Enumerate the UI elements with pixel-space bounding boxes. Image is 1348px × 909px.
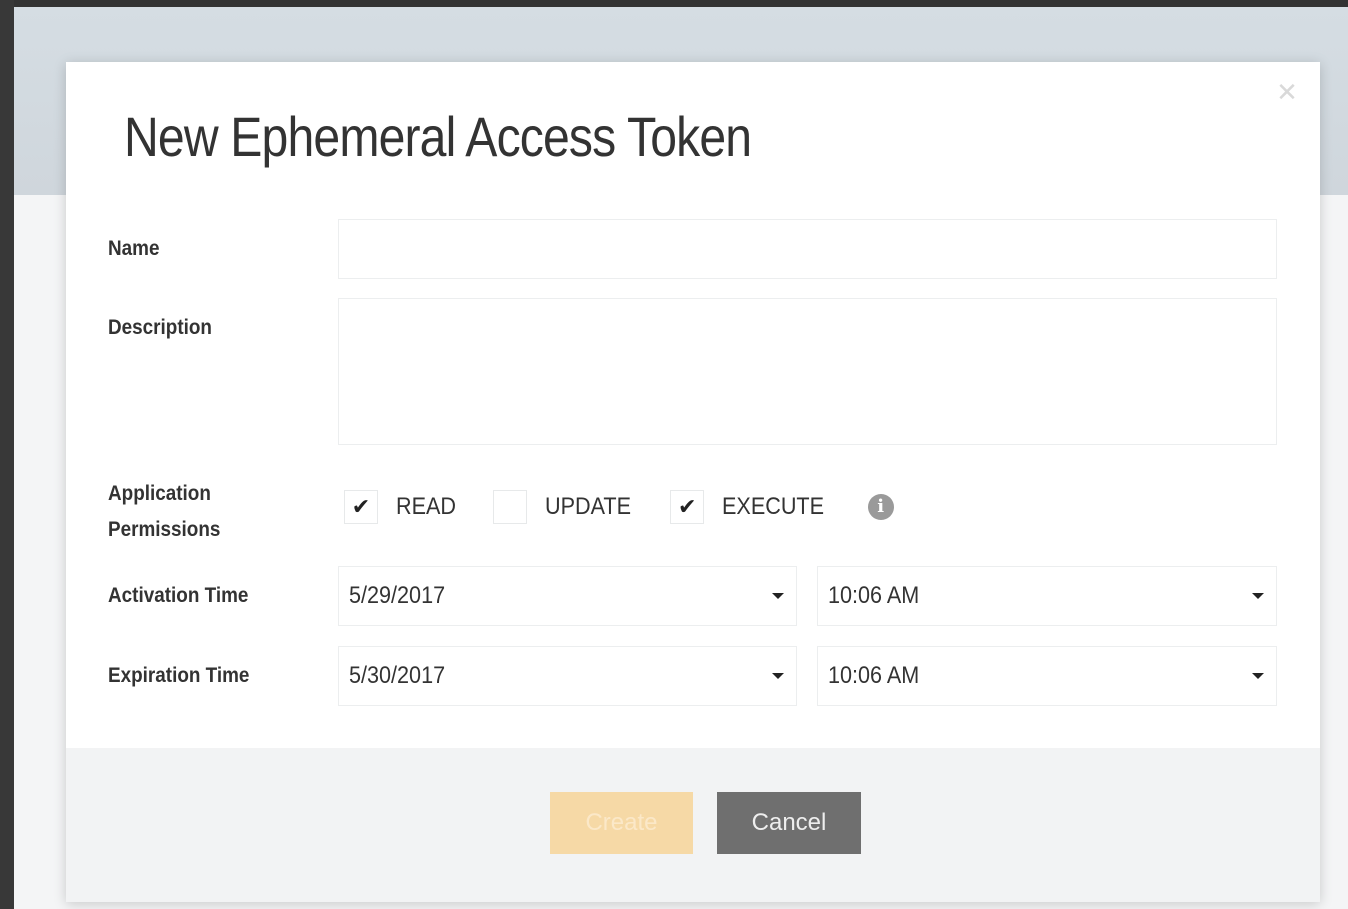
expiration-time-select[interactable]: 10:06 AM: [817, 646, 1277, 706]
dialog-title: New Ephemeral Access Token: [124, 105, 752, 168]
name-input[interactable]: [338, 219, 1277, 279]
read-label: READ: [396, 493, 457, 520]
update-label: UPDATE: [544, 493, 631, 520]
execute-label: EXECUTE: [722, 493, 825, 520]
token-dialog: ✕ New Ephemeral Access Token Name Descri…: [66, 62, 1320, 902]
expiration-time-label: Expiration Time: [108, 664, 250, 687]
activation-date-select[interactable]: 5/29/2017: [338, 566, 797, 626]
activation-time-select[interactable]: 10:06 AM: [817, 566, 1277, 626]
cancel-button[interactable]: Cancel: [717, 792, 861, 854]
chevron-down-icon: [1252, 673, 1264, 679]
permission-read[interactable]: ✔ READ: [344, 490, 463, 524]
activation-time-label: Activation Time: [108, 584, 249, 607]
chevron-down-icon: [772, 593, 784, 599]
permissions-label-line1: Application: [108, 482, 211, 505]
chevron-down-icon: [772, 673, 784, 679]
dialog-footer: [66, 748, 1320, 902]
name-label: Name: [108, 237, 160, 260]
close-icon[interactable]: ✕: [1274, 80, 1300, 106]
update-checkbox[interactable]: [492, 490, 527, 524]
window-top-edge: [0, 0, 1348, 7]
create-button[interactable]: Create: [550, 792, 693, 854]
info-icon[interactable]: i: [867, 494, 894, 520]
permission-update[interactable]: UPDATE: [492, 490, 641, 524]
permissions-group: ✔ READ UPDATE ✔ EXECUTE i: [344, 484, 894, 530]
permission-execute[interactable]: ✔ EXECUTE: [670, 490, 835, 524]
description-input[interactable]: [338, 298, 1277, 445]
expiration-date-select[interactable]: 5/30/2017: [338, 646, 797, 706]
activation-date-value: 5/29/2017: [349, 582, 446, 609]
chevron-down-icon: [1252, 593, 1264, 599]
execute-checkbox[interactable]: ✔: [670, 490, 705, 524]
activation-time-value: 10:06 AM: [828, 582, 920, 609]
permissions-label-line2: Permissions: [108, 518, 221, 541]
read-checkbox[interactable]: ✔: [344, 490, 378, 524]
expiration-date-value: 5/30/2017: [349, 662, 446, 689]
window-left-edge: [0, 0, 14, 909]
description-label: Description: [108, 316, 212, 339]
expiration-time-value: 10:06 AM: [828, 662, 920, 689]
